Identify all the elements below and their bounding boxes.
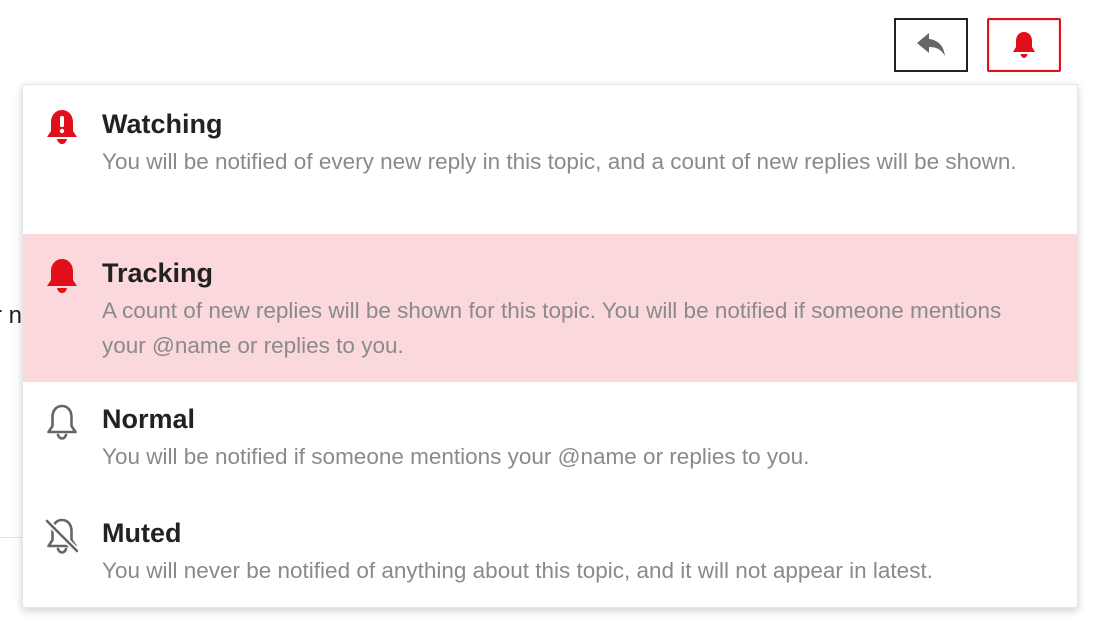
reply-button[interactable] [894, 18, 968, 72]
menu-item-description: A count of new replies will be shown for… [102, 298, 1002, 358]
menu-item-tracking[interactable]: Tracking A count of new replies will be … [23, 234, 1077, 382]
bell-exclamation-icon [47, 110, 77, 144]
notification-level-menu: Watching You will be notified of every n… [22, 84, 1078, 608]
reply-icon [917, 33, 945, 56]
bell-filled-icon [47, 259, 77, 293]
menu-item-title: Watching [102, 109, 223, 139]
bell-outline-icon [47, 404, 77, 440]
background-text: r n [0, 302, 23, 329]
menu-item-description: You will be notified of every new reply … [102, 149, 1017, 174]
menu-item-watching[interactable]: Watching You will be notified of every n… [23, 85, 1077, 234]
bell-slash-icon [44, 518, 80, 554]
menu-item-description: You will be notified if someone mentions… [102, 444, 810, 469]
menu-item-title: Muted [102, 518, 182, 548]
menu-item-normal[interactable]: Normal You will be notified if someone m… [23, 382, 1077, 496]
menu-item-title: Tracking [102, 258, 214, 288]
background-divider [0, 537, 22, 538]
menu-item-description: You will never be notified of anything a… [102, 558, 933, 583]
notifications-button[interactable] [987, 18, 1061, 72]
bell-icon [1013, 32, 1035, 58]
menu-item-muted[interactable]: Muted You will never be notified of anyt… [23, 496, 1077, 609]
menu-item-title: Normal [102, 404, 196, 434]
